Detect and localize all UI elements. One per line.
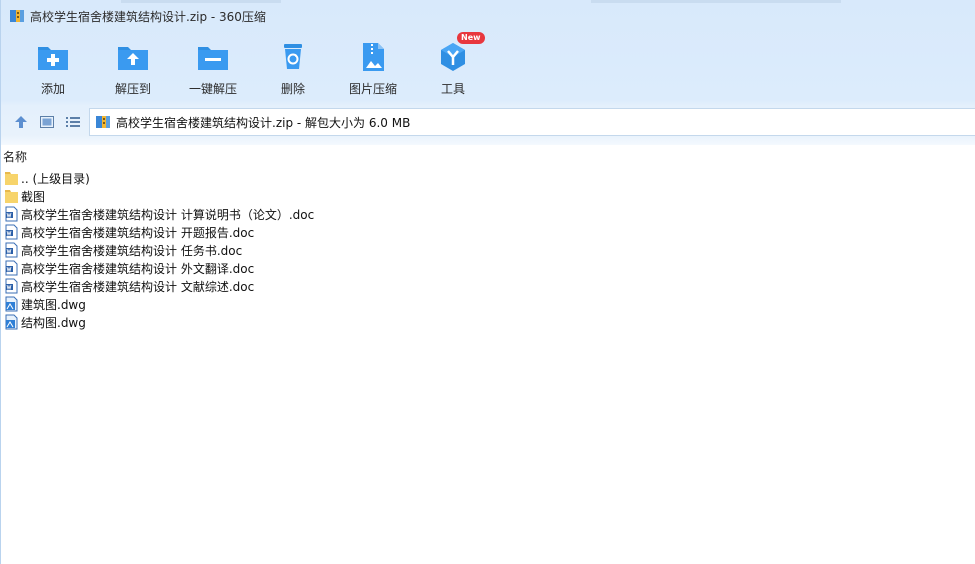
new-badge: New	[457, 32, 485, 44]
title-bar: 高校学生宿舍楼建筑结构设计.zip - 360压缩	[1, 4, 975, 28]
list-item-doc[interactable]: 高校学生宿舍楼建筑结构设计 开题报告.doc	[4, 223, 604, 241]
main-toolbar: 添加 解压到 一键解压 删除 图片压缩 New 工具	[13, 32, 493, 98]
add-label: 添加	[40, 82, 65, 96]
app-window: 高校学生宿舍楼建筑结构设计.zip - 360压缩 添加 解压到 一键解压 删除…	[0, 0, 975, 564]
word-document-icon	[4, 224, 19, 240]
word-document-icon	[4, 260, 19, 276]
list-item-dwg[interactable]: 建筑图.dwg	[4, 295, 604, 313]
zip-archive-icon	[9, 8, 25, 24]
tools-button[interactable]: New 工具	[413, 32, 493, 98]
navigation-bar: 高校学生宿舍楼建筑结构设计.zip - 解包大小为 6.0 MB	[1, 107, 975, 137]
file-name: 建筑图.dwg	[21, 297, 86, 312]
extract-to-icon	[116, 40, 150, 74]
recycle-bin-icon	[276, 40, 310, 74]
add-button[interactable]: 添加	[13, 36, 93, 98]
list-item-doc[interactable]: 高校学生宿舍楼建筑结构设计 外文翻译.doc	[4, 259, 604, 277]
up-arrow-icon[interactable]	[13, 114, 29, 130]
file-name: .. (上级目录)	[21, 171, 90, 186]
image-compress-label: 图片压缩	[348, 82, 397, 96]
window-title: 高校学生宿舍楼建筑结构设计.zip - 360压缩	[30, 9, 266, 24]
file-name: 截图	[21, 189, 46, 204]
image-compress-icon	[356, 40, 390, 74]
address-bar[interactable]: 高校学生宿舍楼建筑结构设计.zip - 解包大小为 6.0 MB	[89, 108, 975, 136]
extract-to-button[interactable]: 解压到	[93, 36, 173, 98]
title-decoration	[591, 0, 841, 3]
thumbnail-view-icon[interactable]	[39, 114, 55, 130]
folder-icon	[4, 170, 19, 186]
word-document-icon	[4, 278, 19, 294]
list-item-doc[interactable]: 高校学生宿舍楼建筑结构设计 文献综述.doc	[4, 277, 604, 295]
add-folder-icon	[36, 40, 70, 74]
cad-drawing-icon	[4, 314, 19, 330]
delete-button[interactable]: 删除	[253, 36, 333, 98]
tools-icon	[436, 40, 470, 74]
list-item-folder[interactable]: 截图	[4, 187, 604, 205]
zip-archive-icon	[95, 114, 111, 130]
list-item-parent-directory[interactable]: .. (上级目录)	[4, 169, 604, 187]
column-header-name[interactable]: 名称	[3, 148, 27, 165]
file-name: 高校学生宿舍楼建筑结构设计 文献综述.doc	[21, 279, 255, 294]
file-name: 结构图.dwg	[21, 315, 86, 330]
toolbar-region: 高校学生宿舍楼建筑结构设计.zip - 360压缩 添加 解压到 一键解压 删除…	[1, 0, 975, 145]
one-click-extract-label: 一键解压	[188, 82, 237, 96]
title-decoration	[121, 0, 281, 3]
delete-label: 删除	[280, 82, 305, 96]
file-name: 高校学生宿舍楼建筑结构设计 任务书.doc	[21, 243, 243, 258]
word-document-icon	[4, 242, 19, 258]
folder-icon	[4, 188, 19, 204]
file-name: 高校学生宿舍楼建筑结构设计 外文翻译.doc	[21, 261, 255, 276]
one-click-extract-button[interactable]: 一键解压	[173, 36, 253, 98]
file-name: 高校学生宿舍楼建筑结构设计 开题报告.doc	[21, 225, 255, 240]
file-name: 高校学生宿舍楼建筑结构设计 计算说明书（论文）.doc	[21, 207, 315, 222]
word-document-icon	[4, 206, 19, 222]
image-compress-button[interactable]: 图片压缩	[333, 36, 413, 98]
list-item-dwg[interactable]: 结构图.dwg	[4, 313, 604, 331]
extract-to-label: 解压到	[114, 82, 151, 96]
tools-label: 工具	[440, 82, 465, 96]
list-item-doc[interactable]: 高校学生宿舍楼建筑结构设计 任务书.doc	[4, 241, 604, 259]
list-item-doc[interactable]: 高校学生宿舍楼建筑结构设计 计算说明书（论文）.doc	[4, 205, 604, 223]
address-text: 高校学生宿舍楼建筑结构设计.zip - 解包大小为 6.0 MB	[116, 115, 411, 130]
list-view-icon[interactable]	[65, 114, 81, 130]
cad-drawing-icon	[4, 296, 19, 312]
one-click-extract-icon	[196, 40, 230, 74]
file-list: .. (上级目录) 截图 高校学生宿舍楼建筑结构设计 计算说明书（论文）.doc	[4, 169, 604, 331]
